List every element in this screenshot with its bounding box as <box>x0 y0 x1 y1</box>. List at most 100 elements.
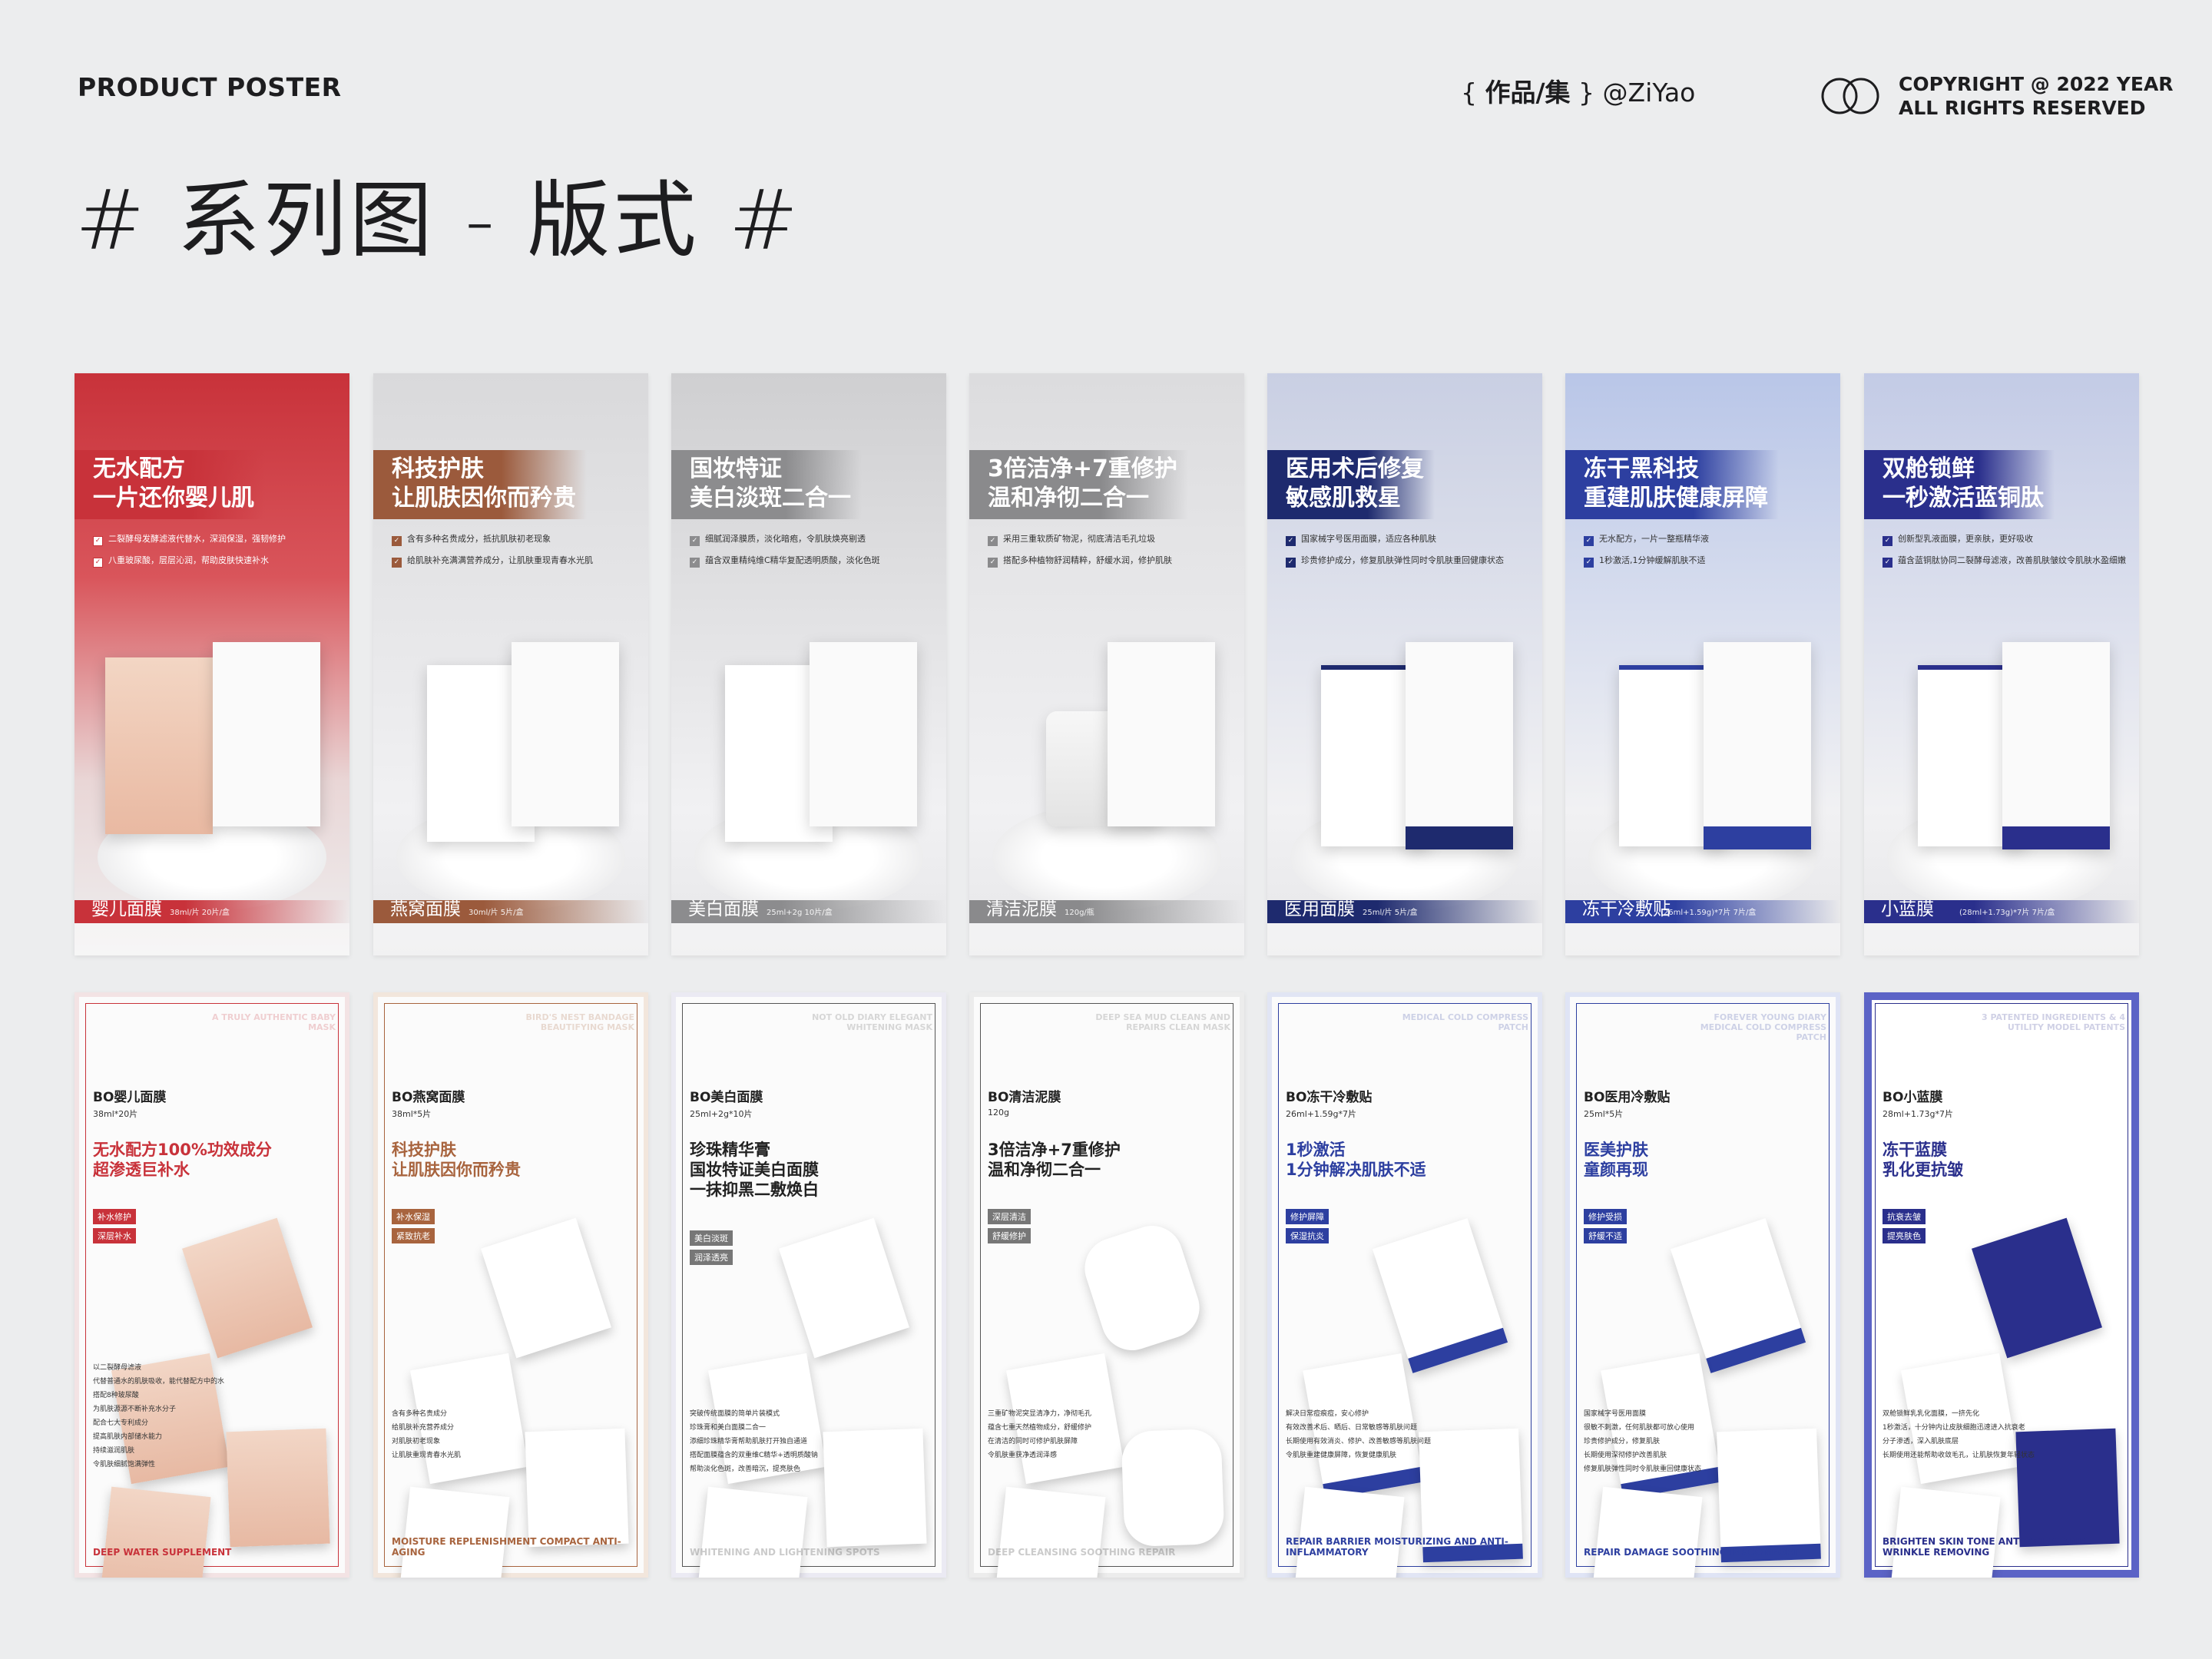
feature-tag: 美白淡斑 <box>690 1230 733 1246</box>
footer-strip <box>671 923 946 955</box>
author-handle: @ZiYao <box>1594 78 1696 108</box>
poster-card-row2[interactable]: FOREVER YOUNG DIARY MEDICAL COLD COMPRES… <box>1565 992 1840 1578</box>
product-box <box>213 642 320 826</box>
product-spec: 38ml/片 20片/盒 <box>170 909 230 917</box>
product-name: BO美白面膜 <box>690 1090 763 1105</box>
watermark-text: NOT OLD DIARY ELEGANT WHITENING MASK <box>812 1012 932 1032</box>
brand-logo-icon <box>93 389 136 419</box>
benefit-item: 令肌肤重建健康屏障，恢复健康肌肤 <box>1286 1452 1397 1459</box>
footer-strip <box>1267 923 1542 955</box>
poster-card-row2[interactable]: A TRULY AUTHENTIC BABY MASK BO婴儿面膜 38ml*20… <box>75 992 349 1578</box>
benefit-item: 1秒激活，十分钟内让皮肤细胞迅速进入抗衰老 <box>1883 1424 2025 1432</box>
poster-card-row2[interactable]: 3 PATENTED INGREDIENTS & 4 UTILITY MODEL… <box>1864 992 2139 1578</box>
copyright-line-2: ALL RIGHTS RESERVED <box>1899 97 2146 119</box>
watermark-text: BIRD'S NEST BANDAGE BEAUTIFYING MASK <box>525 1012 634 1032</box>
benefit-item: 帮助淡化色斑，改善暗沉，提亮肤色 <box>690 1465 801 1473</box>
feature-tags: 抗衰去皱 提亮肤色 <box>1883 1209 1926 1247</box>
english-tagline: REPAIR DAMAGE SOOTHING DISCOMFORT <box>1584 1547 1800 1558</box>
product-box <box>1704 642 1811 849</box>
feature-tag: 补水保湿 <box>392 1209 435 1224</box>
poster-card-row1[interactable]: 无水配方 一片还你婴儿肌 ✓ 二裂酵母发酵滤液代替水，深润保湿，强韧修护 ✓ 八重玻尿酸，… <box>75 373 349 955</box>
check-icon: ✓ <box>690 558 700 568</box>
brand-logo-icon <box>988 389 1031 419</box>
headline-line-3: 一抹抑黑二敷焕白 <box>690 1181 819 1199</box>
benefit-item: 三重矿物泥突显清净力，净彻毛孔 <box>988 1410 1092 1418</box>
bullet-item: ✓ 细腻润泽膜质，淡化暗疱，令肌肤焕亮剔透 <box>690 528 934 550</box>
product-sheet <box>1889 1486 2001 1578</box>
poster-bullets: ✓ 含有多种名贵成分，抵抗肌肤初老现象 ✓ 给肌肤补充满满营养成分，让肌肤重现青春水光… <box>392 528 636 571</box>
bullet-text: 无水配方，一片一整瓶精华液 <box>1599 534 1709 544</box>
benefit-item: 长期使用深彻修护改善肌肤 <box>1584 1452 1667 1459</box>
product-sheet <box>1589 1486 1703 1578</box>
product-name: BO婴儿面膜 <box>93 1090 167 1105</box>
benefit-item: 让肌肤重现青春水光肌 <box>392 1452 462 1459</box>
poster-headline: 珍珠精华膏 国妆特证美白面膜 一抹抑黑二敷焕白 <box>690 1140 819 1200</box>
product-name: BO医用冷敷贴 <box>1584 1090 1671 1105</box>
poster-card-row2[interactable]: MEDICAL COLD COMPRESS PATCH BO冻干冷敷贴 26ml+1… <box>1267 992 1542 1578</box>
product-name: BO小蓝膜 <box>1883 1090 1943 1105</box>
benefit-item: 解决日常痘痕痘，安心修护 <box>1286 1410 1369 1418</box>
product-sheet <box>1291 1486 1405 1578</box>
check-icon: ✓ <box>988 536 998 546</box>
poster-card-row1[interactable]: 医用术后修复 敏感肌救星 ✓ 国家械字号医用面膜，适应各种肌肤 ✓ 珍贵修护成分，修复肌肤… <box>1267 373 1542 955</box>
poster-card-row2[interactable]: NOT OLD DIARY ELEGANT WHITENING MASK BO美白… <box>671 992 946 1578</box>
bullet-item: ✓ 八重玻尿酸，层层沁润，帮助皮肤快速补水 <box>93 550 337 571</box>
feature-tag: 提亮肤色 <box>1883 1228 1926 1243</box>
portfolio-label: 作品/集 <box>1485 78 1571 108</box>
product-box <box>512 642 619 826</box>
watermark-text: FOREVER YOUNG DIARY MEDICAL COLD COMPRES… <box>1700 1012 1826 1042</box>
poster-card-row1[interactable]: 双舱锁鲜 一秒激活蓝铜肽 ✓ 创新型乳液面膜，更亲肤，更好吸收 ✓ 蕴含蓝铜肽协同二裂酵母… <box>1864 373 2139 955</box>
headline-line-2: 敏感肌救星 <box>1286 485 1401 512</box>
bullet-item: ✓ 搭配多种植物舒润精粹，舒缓水润，修护肌肤 <box>988 550 1232 571</box>
bullet-item: ✓ 创新型乳液面膜，更亲肤，更好吸收 <box>1883 528 2127 550</box>
product-sheet <box>1077 1217 1207 1359</box>
headline-line-2: 一片还你婴儿肌 <box>93 485 254 512</box>
product-sheet <box>99 1486 211 1578</box>
product-sheet <box>1121 1428 1225 1548</box>
headline-line-1: 冻干蓝膜 <box>1883 1141 1947 1159</box>
poster-card-row2[interactable]: DEEP SEA MUD CLEANS AND REPAIRS CLEAN MA… <box>969 992 1244 1578</box>
product-sheet <box>1717 1428 1821 1563</box>
benefit-item: 对肌肤初老现象 <box>392 1438 441 1445</box>
bullet-item: ✓ 二裂酵母发酵滤液代替水，深润保湿，强韧修护 <box>93 528 337 550</box>
headline-line-2: 乳化更抗皱 <box>1883 1161 1963 1179</box>
poster-headline: 1秒激活 1分钟解决肌肤不适 <box>1286 1140 1426 1180</box>
check-icon: ✓ <box>93 558 103 568</box>
benefit-item: 配合七大专利成分 <box>93 1419 149 1427</box>
headline-line-2: 重建肌肤健康屏障 <box>1584 485 1768 512</box>
benefit-item: 长期使用有效消炎、修护、改善敏感等肌肤问题 <box>1286 1438 1432 1445</box>
product-name: BO冻干冷敷贴 <box>1286 1090 1373 1105</box>
poster-card-row1[interactable]: 国妆特证 美白淡斑二合一 ✓ 细腻润泽膜质，淡化暗疱，令肌肤焕亮剔透 ✓ 蕴含双重精纯维C… <box>671 373 946 955</box>
poster-card-row1[interactable]: 3倍洁净+7重修护 温和净彻二合一 ✓ 采用三重软质矿物泥，彻底清洁毛孔垃圾 ✓ 搭配多种… <box>969 373 1244 955</box>
feature-tag: 保湿抗炎 <box>1286 1228 1329 1243</box>
copyright-text: COPYRIGHT @ 2022 YEAR ALL RIGHTS RESERVE… <box>1899 72 2174 120</box>
headline-line-1: 3倍洁净+7重修护 <box>988 1141 1121 1159</box>
benefit-list: 突破传统面膜的简单片装模式 珍珠膏和美白面膜二合一 添细珍珠精华膏帮助肌肤打开独自通… <box>690 1407 818 1476</box>
product-sheet <box>779 1217 909 1359</box>
benefit-item: 突破传统面膜的简单片装模式 <box>690 1410 780 1418</box>
feature-tag: 补水修护 <box>93 1209 136 1224</box>
product-name: BO燕窝面膜 <box>392 1090 465 1105</box>
headline-line-1: 3倍洁净+7重修护 <box>988 455 1177 482</box>
bullet-item: ✓ 蕴含双重精纯维C精华复配透明质酸，淡化色斑 <box>690 550 934 571</box>
product-sheet <box>481 1217 611 1359</box>
poster-card-row1[interactable]: 科技护肤 让肌肤因你而矜贵 ✓ 含有多种名贵成分，抵抗肌肤初老现象 ✓ 给肌肤补充满满营养… <box>373 373 648 955</box>
benefit-item: 双舱锁鲜乳乳化面膜，一挤先化 <box>1883 1410 1980 1418</box>
feature-tags: 美白淡斑 润泽透亮 <box>690 1230 733 1269</box>
feature-tags: 补水保湿 紧致抗老 <box>392 1209 435 1247</box>
product-sheet <box>1972 1217 2102 1359</box>
benefit-item: 有效改善术后、晒后、日常敏感等肌肤问题 <box>1286 1424 1418 1432</box>
bullet-item: ✓ 珍贵修护成分，修复肌肤弹性同时令肌肤重回健康状态 <box>1286 550 1530 571</box>
poster-card-row2[interactable]: BIRD'S NEST BANDAGE BEAUTIFYING MASK BO燕窝… <box>373 992 648 1578</box>
product-sheet <box>1670 1218 1806 1373</box>
bullet-text: 蕴含蓝铜肽协同二裂酵母滤液，改善肌肤皱纹令肌肤水盈细嫩 <box>1898 555 2126 565</box>
benefit-item: 分子渗透，深入肌肤底层 <box>1883 1438 1959 1445</box>
poster-card-row1[interactable]: 冻干黑科技 重建肌肤健康屏障 ✓ 无水配方，一片一整瓶精华液 ✓ 1秒激活,1分钟缓解肌肤… <box>1565 373 1840 955</box>
product-spec: 38ml*20片 <box>93 1109 138 1119</box>
benefit-list: 解决日常痘痕痘，安心修护有效改善术后、晒后、日常敏感等肌肤问题长期使用有效消炎、… <box>1286 1407 1431 1462</box>
check-icon: ✓ <box>1286 558 1296 568</box>
english-tagline: WHITENING AND LIGHTENING SPOTS <box>690 1547 880 1558</box>
benefit-item: 国家械字号医用面膜 <box>1584 1410 1647 1418</box>
product-spec: (26ml+1.59g)*7片 7片/盒 <box>1661 909 1757 917</box>
benefit-list: 国家械字号医用面膜 很敏不刺激，任何肌肤都可放心使用 珍贵修护成分，修复肌肤 长期使用… <box>1584 1407 1701 1476</box>
